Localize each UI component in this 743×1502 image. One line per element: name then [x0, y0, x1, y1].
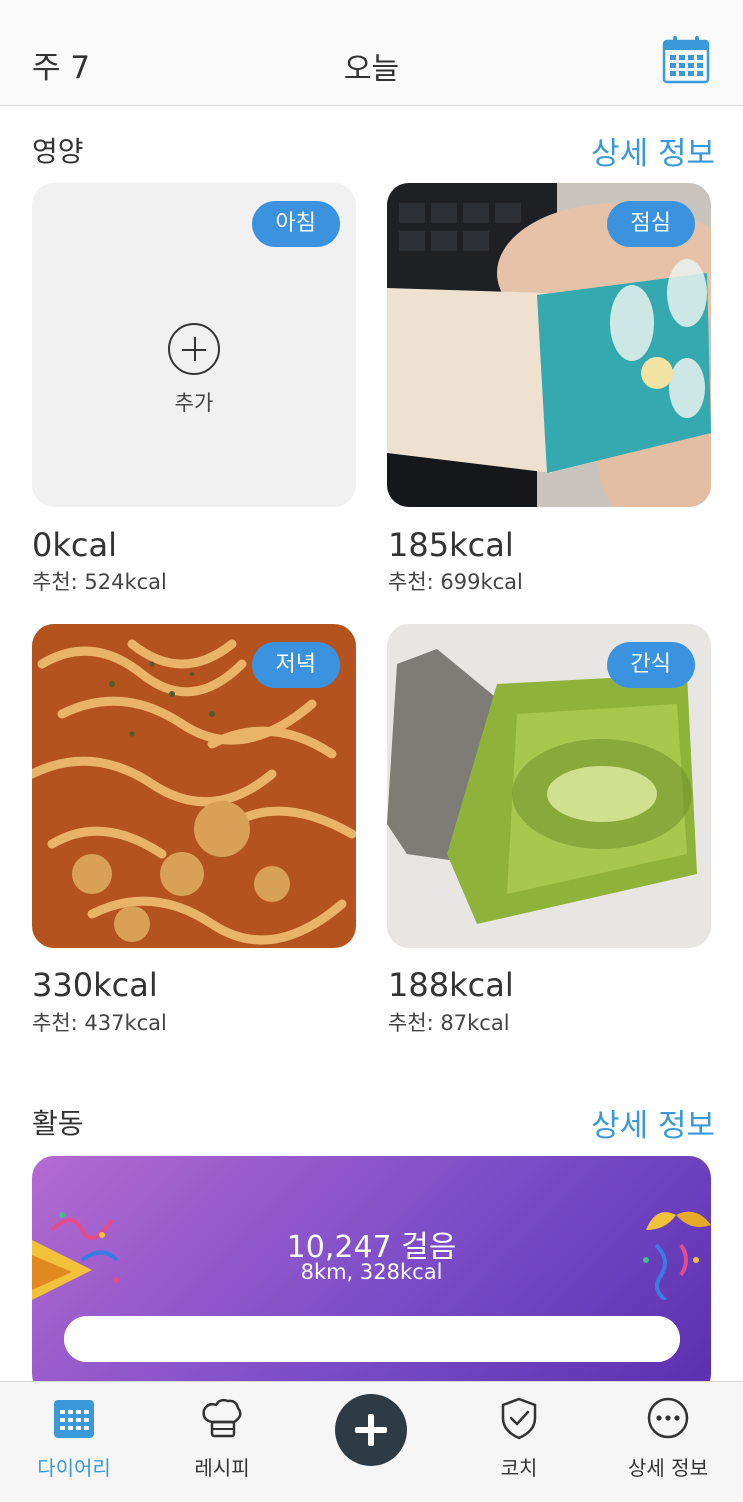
meal-recommended: 추천: 699kcal [388, 570, 523, 594]
page-title: 오늘 [343, 52, 400, 87]
meal-card-lunch[interactable]: 점심 [387, 183, 711, 507]
meal-recommended: 추천: 437kcal [32, 1011, 167, 1035]
meal-recommended: 추천: 524kcal [32, 570, 167, 594]
calendar-icon [54, 1400, 94, 1438]
activity-card[interactable]: 10,247 걸음 8km, 328kcal [32, 1156, 711, 1396]
activity-detail: 8km, 328kcal [300, 1260, 443, 1284]
meal-tag: 아침 [251, 201, 340, 247]
chef-hat-icon [202, 1398, 242, 1438]
meal-card-breakfast[interactable]: 아침 추가 [32, 183, 356, 507]
meal-tag: 간식 [606, 642, 695, 688]
meal-kcal: 188kcal [388, 966, 514, 1004]
meal-kcal: 0kcal [32, 526, 117, 564]
meal-tag: 저녁 [251, 642, 340, 688]
add-entry-button[interactable] [335, 1394, 407, 1466]
meal-kcal: 330kcal [32, 966, 158, 1004]
tab-recipe[interactable]: 레시피 [148, 1382, 296, 1502]
add-label: 추가 [174, 391, 214, 415]
steps-progress-fill [64, 1316, 680, 1362]
more-icon [647, 1397, 689, 1439]
bottom-tab-bar: 다이어리 레시피 코치 상세 정보 [0, 1381, 743, 1502]
tab-label: 레시피 [194, 1456, 250, 1480]
bells-confetti-icon [643, 1211, 711, 1300]
tab-more[interactable]: 상세 정보 [594, 1382, 742, 1502]
meal-recommended: 추천: 87kcal [388, 1011, 510, 1035]
top-bar: 주 7 오늘 [0, 0, 743, 106]
shield-check-icon [501, 1397, 537, 1440]
nutrition-more-link[interactable]: 상세 정보 [591, 128, 715, 173]
tab-coach[interactable]: 코치 [445, 1382, 593, 1502]
nutrition-title: 영양 [32, 135, 84, 168]
tab-diary[interactable]: 다이어리 [0, 1382, 148, 1502]
calendar-icon[interactable] [662, 34, 710, 84]
tab-label: 상세 정보 [628, 1456, 708, 1480]
meal-kcal: 185kcal [388, 526, 514, 564]
meal-tag: 점심 [606, 201, 695, 247]
add-icon[interactable] [168, 323, 220, 375]
activity-more-link[interactable]: 상세 정보 [591, 1100, 715, 1145]
tab-label: 다이어리 [37, 1456, 111, 1480]
steps-progress-bar [64, 1316, 680, 1362]
activity-title: 활동 [32, 1107, 84, 1140]
tab-label: 코치 [500, 1456, 538, 1480]
meal-card-snack[interactable]: 간식 [387, 624, 711, 948]
meal-card-dinner[interactable]: 저녁 [32, 624, 356, 948]
